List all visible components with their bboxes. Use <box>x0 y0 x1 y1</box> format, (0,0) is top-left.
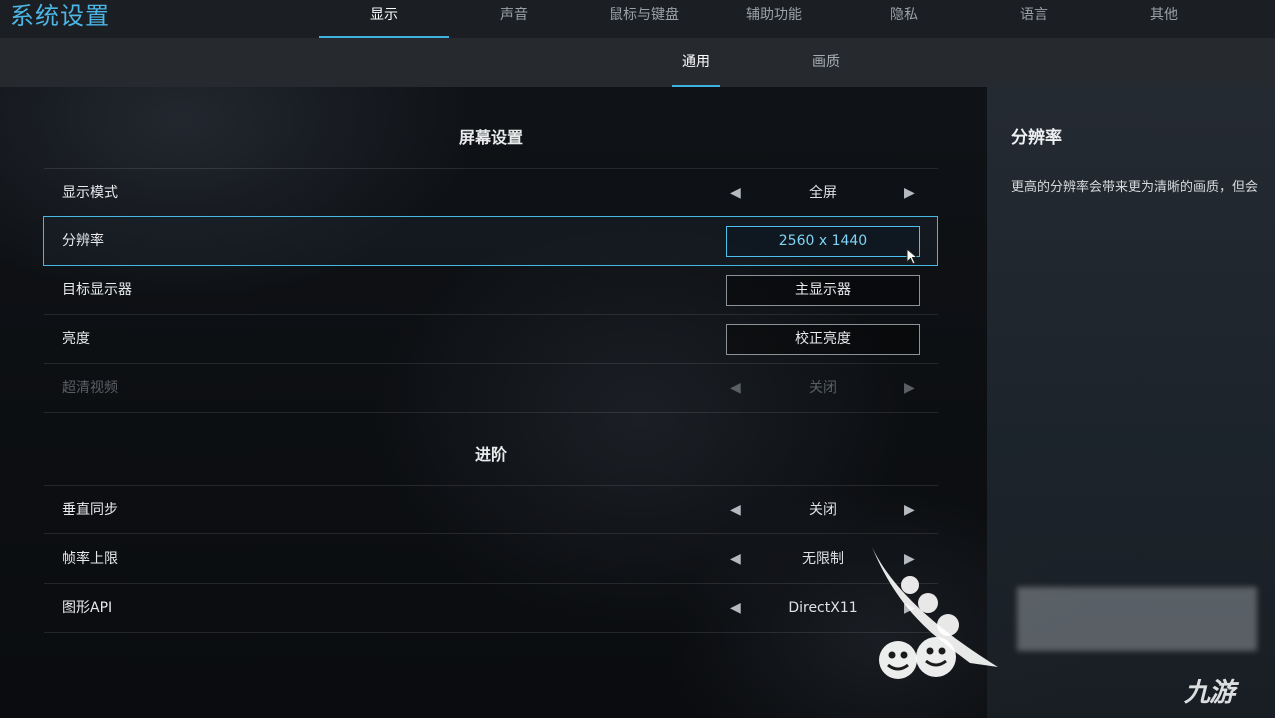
watermark-logo: 九游 <box>1184 678 1235 708</box>
setting-row-target-monitor: 目标显示器 主显示器 <box>44 266 938 315</box>
caret-left-icon: ◀ <box>730 380 741 396</box>
setting-label: 超清视频 <box>62 380 118 396</box>
caret-left-icon[interactable]: ◀ <box>730 535 741 584</box>
app-title: 系统设置 <box>10 2 110 30</box>
setting-label: 目标显示器 <box>62 282 132 298</box>
subtab-quality[interactable]: 画质 <box>800 38 852 87</box>
resolution-button[interactable]: 2560 x 1440 <box>726 226 920 257</box>
setting-label: 垂直同步 <box>62 502 118 518</box>
tab-sound[interactable]: 声音 <box>449 0 579 38</box>
setting-label: 分辨率 <box>62 233 104 249</box>
setting-row-resolution[interactable]: 分辨率 2560 x 1440 <box>43 216 938 266</box>
caret-right-icon[interactable]: ▶ <box>904 169 915 218</box>
subtab-general[interactable]: 通用 <box>672 38 720 87</box>
setting-label: 显示模式 <box>62 185 118 201</box>
setting-row-brightness: 亮度 校正亮度 <box>44 315 938 364</box>
setting-value: 全屏 <box>809 185 837 201</box>
tab-mouse-keyboard[interactable]: 鼠标与键盘 <box>579 0 709 38</box>
target-monitor-button[interactable]: 主显示器 <box>726 275 920 306</box>
blurred-artwork <box>1017 587 1257 651</box>
calibrate-brightness-button[interactable]: 校正亮度 <box>726 324 920 355</box>
watermark-mascot-icon <box>872 547 998 679</box>
caret-right-icon: ▶ <box>904 380 915 396</box>
setting-value: 关闭 <box>809 380 837 396</box>
setting-row-framerate-cap: 帧率上限 ◀ 无限制 ▶ <box>44 535 938 584</box>
setting-label: 亮度 <box>62 331 90 347</box>
sub-tab-bar: 通用 画质 <box>0 38 1275 87</box>
setting-row-graphics-api: 图形API ◀ DirectX11 ▶ <box>44 584 938 633</box>
tab-other[interactable]: 其他 <box>1099 0 1229 38</box>
setting-label: 图形API <box>62 600 113 616</box>
caret-right-icon[interactable]: ▶ <box>904 486 915 535</box>
tab-privacy[interactable]: 隐私 <box>839 0 969 38</box>
setting-row-display-mode: 显示模式 ◀ 全屏 ▶ <box>44 168 938 217</box>
info-title: 分辨率 <box>1011 128 1062 148</box>
tab-accessibility[interactable]: 辅助功能 <box>709 0 839 38</box>
caret-left-icon[interactable]: ◀ <box>730 486 741 535</box>
setting-value: 关闭 <box>809 502 837 518</box>
caret-left-icon[interactable]: ◀ <box>730 584 741 633</box>
section-title-screen: 屏幕设置 <box>458 128 523 147</box>
tab-display[interactable]: 显示 <box>319 0 449 38</box>
setting-row-vsync: 垂直同步 ◀ 关闭 ▶ <box>44 485 938 534</box>
info-panel: 分辨率 更高的分辨率会带来更为清晰的画质，但会 <box>987 87 1275 718</box>
mouse-pointer-icon <box>906 248 919 265</box>
caret-left-icon[interactable]: ◀ <box>730 169 741 218</box>
section-title-advanced: 进阶 <box>474 445 507 464</box>
info-description: 更高的分辨率会带来更为清晰的画质，但会 <box>1011 180 1259 195</box>
top-bar: 系统设置 显示 声音 鼠标与键盘 辅助功能 隐私 语言 其他 <box>0 0 1275 38</box>
setting-label: 帧率上限 <box>62 551 118 567</box>
setting-row-ultra-video: 超清视频 ◀ 关闭 ▶ <box>44 364 938 413</box>
tab-language[interactable]: 语言 <box>969 0 1099 38</box>
